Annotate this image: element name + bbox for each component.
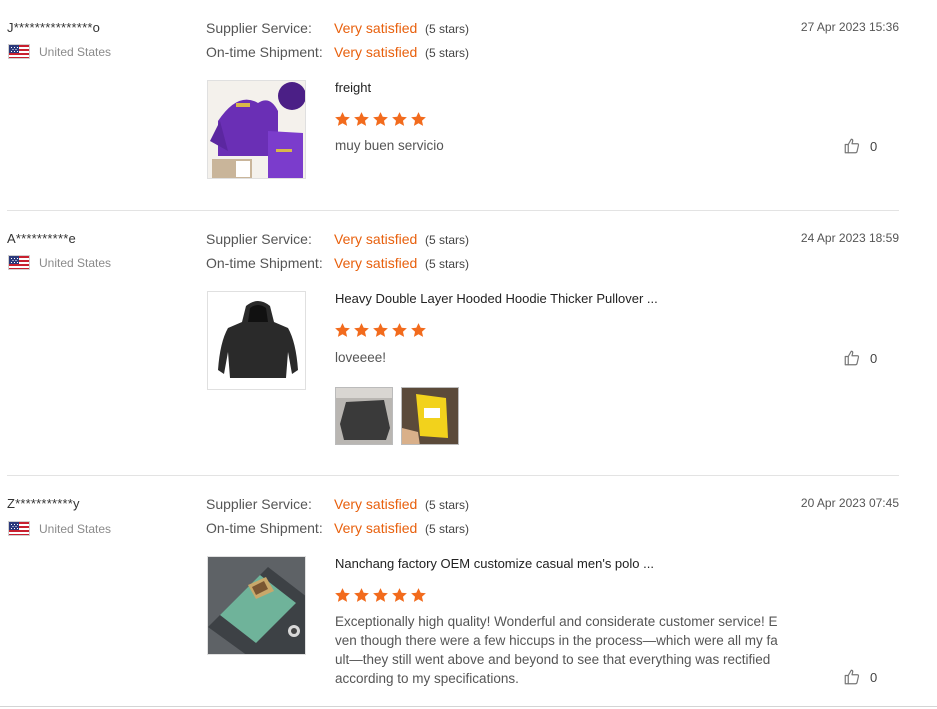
shipment-stars: (5 stars) [425,46,470,60]
reviewer-country: United States [8,44,111,59]
like-count: 0 [870,669,878,685]
country-label: United States [39,44,112,59]
reviewer-name: J***************o [7,20,101,35]
product-thumbnail[interactable] [207,556,306,655]
review-date: 24 Apr 2023 18:59 [800,231,899,245]
supplier-service-stars: (5 stars) [425,233,470,247]
product-thumbnail[interactable] [207,80,306,179]
comment-line: ven though there were a few hiccups in t… [335,633,778,648]
supplier-service-label: Supplier Service: [206,496,312,512]
star-icon [411,112,426,126]
comment-line: ult—they still went above and beyond to … [335,652,771,667]
comment-line: according to my specifications. [335,671,519,686]
country-label: United States [39,521,112,536]
review-comment: Exceptionally high quality! Wonderful an… [335,612,778,688]
star-icon [411,323,426,337]
shipment-value: Very satisfied [334,255,418,271]
supplier-service-value: Very satisfied [334,231,418,247]
star-icon [335,112,350,126]
star-icon [373,323,388,337]
review-date: 27 Apr 2023 15:36 [800,20,899,34]
review-photo[interactable] [335,387,393,445]
thumbs-up-icon [844,669,860,685]
comment-line: Exceptionally high quality! Wonderful an… [335,614,778,629]
star-icon [373,588,388,602]
reviewer-name: A**********e [7,231,76,246]
star-icon [354,588,369,602]
product-title[interactable]: Nanchang factory OEM customize casual me… [335,556,654,571]
us-flag-icon [8,44,30,59]
rating-stars [334,111,427,128]
shipment-value: Very satisfied [334,520,418,536]
review-divider [7,210,899,211]
star-icon [373,112,388,126]
like-button[interactable]: 0 [843,349,877,367]
review-comment: loveeee! [335,350,387,365]
country-label: United States [39,255,112,270]
star-icon [354,323,369,337]
supplier-service-stars: (5 stars) [425,22,470,36]
thumbs-up-icon [844,138,860,154]
like-button[interactable]: 0 [843,668,877,686]
supplier-service-label: Supplier Service: [206,231,312,247]
product-title[interactable]: freight [335,80,371,95]
us-flag-icon [8,521,30,536]
like-count: 0 [870,350,878,366]
supplier-service-value: Very satisfied [334,496,418,512]
review-photo[interactable] [401,387,459,445]
page-bottom-border [0,706,937,707]
shipment-stars: (5 stars) [425,522,470,536]
review-date: 20 Apr 2023 07:45 [800,496,899,510]
shipment-value: Very satisfied [334,44,418,60]
star-icon [411,588,426,602]
star-icon [392,323,407,337]
thumbs-up-icon [844,350,860,366]
review-divider [7,475,899,476]
shipment-stars: (5 stars) [425,257,470,271]
star-icon [354,112,369,126]
shipment-label: On-time Shipment: [206,255,323,271]
reviewer-country: United States [8,521,111,536]
rating-stars [334,322,427,339]
like-button[interactable]: 0 [843,137,877,155]
rating-stars [334,587,427,604]
product-thumbnail[interactable] [207,291,306,390]
star-icon [392,112,407,126]
supplier-service-stars: (5 stars) [425,498,470,512]
like-count: 0 [870,138,878,154]
star-icon [335,588,350,602]
reviewer-country: United States [8,255,111,270]
shipment-label: On-time Shipment: [206,44,323,60]
star-icon [335,323,350,337]
shipment-label: On-time Shipment: [206,520,323,536]
star-icon [392,588,407,602]
review-comment: muy buen servicio [335,138,444,153]
product-title[interactable]: Heavy Double Layer Hooded Hoodie Thicker… [335,291,658,306]
us-flag-icon [8,255,30,270]
reviewer-name: Z***********y [7,496,80,511]
supplier-service-value: Very satisfied [334,20,418,36]
supplier-service-label: Supplier Service: [206,20,312,36]
